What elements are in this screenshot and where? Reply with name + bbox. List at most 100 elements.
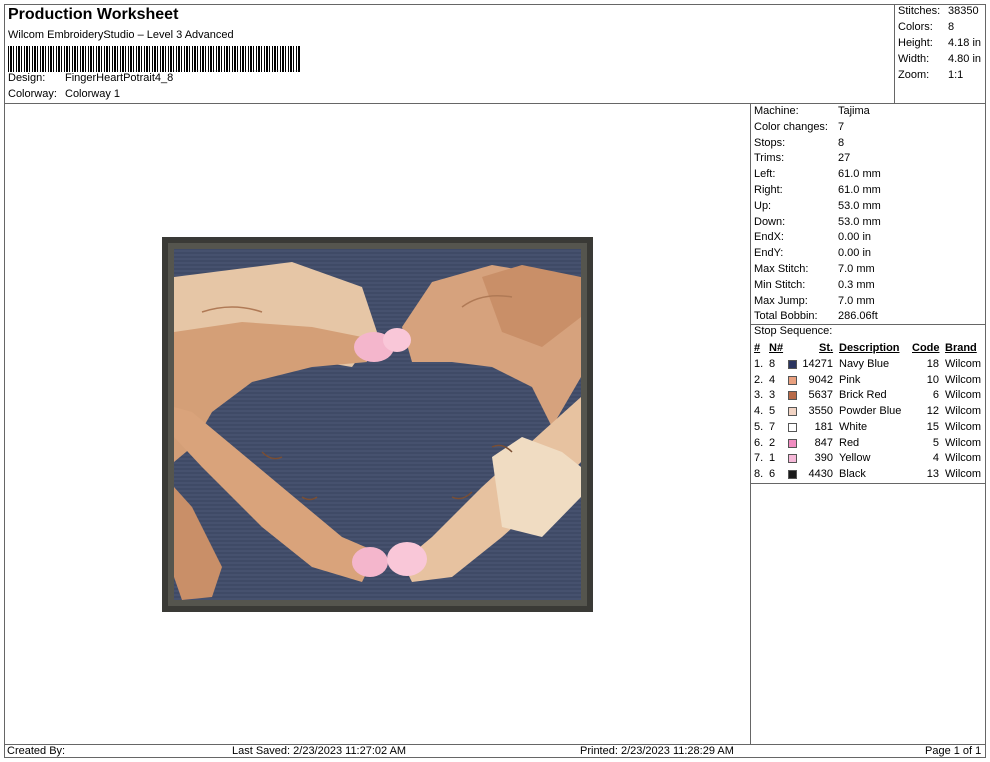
machine-info-label: EndY: [754, 247, 784, 260]
stitches-label: Stitches: [898, 5, 941, 17]
machine-info-label: Down: [754, 215, 786, 228]
row-brand: Wilcom [945, 467, 982, 480]
machine-info-value: 27 [838, 152, 851, 165]
row-stitch-count: 9042 [808, 373, 833, 386]
color-swatch [788, 407, 797, 417]
machine-info-value: 61.0 mm [838, 168, 881, 181]
machine-info-label: Machine: [754, 105, 799, 117]
colors-value: 8 [948, 21, 955, 33]
row-stitch-count: 4430 [808, 467, 833, 480]
width-label: Width: [898, 53, 930, 65]
col-header-n: N# [769, 342, 784, 354]
stop-sequence-table: Stop Sequence: # N# St. Description Code… [751, 324, 986, 484]
machine-info-value: 53.0 mm [838, 215, 881, 228]
row-needle-number: 1 [769, 452, 776, 465]
machine-info-label: Stops: [754, 136, 786, 149]
row-stop-number: 7. [754, 452, 764, 465]
machine-info-value: 61.0 mm [838, 184, 881, 196]
machine-info-row: EndX: 0.00 in [754, 231, 871, 243]
table-row: 5. 7 181 White 15 Wilcom [751, 421, 986, 436]
machine-info-value: 7 [838, 120, 845, 133]
row-needle-number: 3 [769, 389, 776, 402]
machine-info-value: 8 [838, 136, 845, 149]
machine-info-label: Min Stitch: [754, 278, 806, 291]
height-row: Height: 4.18 in [898, 37, 981, 49]
last-saved: Last Saved: 2/23/2023 11:27:02 AM [232, 745, 407, 757]
worksheet-header: Production Worksheet Wilcom EmbroiderySt… [4, 4, 895, 104]
row-brand: Wilcom [945, 358, 982, 370]
col-header-description: Description [839, 342, 900, 354]
table-header: # N# St. Description Code Brand [751, 342, 986, 357]
row-description: Black [839, 467, 866, 480]
colorway-label: Colorway: [8, 88, 57, 100]
machine-info-label: Left: [754, 168, 776, 181]
machine-info-row: Max Stitch: 7.0 mm [754, 263, 875, 275]
row-description: Red [839, 436, 860, 449]
row-description: White [839, 420, 868, 433]
machine-info-value: 0.00 in [838, 247, 872, 260]
col-header-num: # [754, 342, 761, 354]
table-row: 2. 4 9042 Pink 10 Wilcom [751, 374, 986, 389]
row-stop-number: 2. [754, 373, 764, 386]
page-title: Production Worksheet [8, 6, 179, 23]
row-stitch-count: 847 [814, 436, 833, 449]
row-stop-number: 5. [754, 420, 764, 433]
row-brand: Wilcom [945, 373, 982, 386]
row-code: 15 [926, 420, 939, 433]
machine-info-row: Machine: Tajima [754, 105, 870, 117]
created-by: Created By: [7, 745, 66, 757]
row-description: Pink [839, 373, 861, 386]
printed-date: Printed: 2/23/2023 11:28:29 AM [580, 745, 734, 757]
width-value: 4.80 in [948, 53, 982, 65]
machine-info-row: Right: 61.0 mm [754, 184, 881, 196]
row-needle-number: 4 [769, 373, 776, 386]
row-stitch-count: 3550 [808, 405, 833, 418]
width-row: Width: 4.80 in [898, 53, 981, 65]
colors-label: Colors: [898, 21, 933, 33]
height-value: 4.18 in [948, 37, 982, 49]
color-swatch [788, 375, 797, 385]
row-stop-number: 8. [754, 467, 764, 480]
col-header-brand: Brand [945, 342, 977, 354]
machine-info-value: 0.00 in [838, 231, 872, 244]
table-row: 6. 2 847 Red 5 Wilcom [751, 437, 986, 452]
row-code: 10 [926, 373, 939, 386]
machine-info-row: Up: 53.0 mm [754, 200, 881, 212]
table-row: 1. 8 14271 Navy Blue 18 Wilcom [751, 358, 986, 373]
design-preview [4, 104, 751, 744]
row-brand: Wilcom [945, 389, 982, 402]
colorway-value: Colorway 1 [65, 88, 121, 100]
machine-info-label: Right: [754, 184, 783, 196]
design-row: Design: FingerHeartPotrait4_8 [8, 72, 173, 84]
row-needle-number: 2 [769, 436, 776, 449]
colorway-row: Colorway: Colorway 1 [8, 88, 120, 100]
machine-info-value: 53.0 mm [838, 199, 881, 212]
machine-info-label: Total Bobbin: [754, 310, 818, 323]
zoom-label: Zoom: [898, 69, 930, 81]
machine-info-value: Tajima [838, 105, 870, 117]
machine-info-value: 0.3 mm [838, 278, 875, 291]
color-swatch [788, 422, 797, 432]
machine-info-row: Left: 61.0 mm [754, 168, 881, 180]
machine-info-row: Down: 53.0 mm [754, 216, 881, 228]
row-needle-number: 7 [769, 420, 776, 433]
row-stop-number: 4. [754, 405, 764, 418]
row-stitch-count: 5637 [808, 389, 833, 402]
col-header-stitches: St. [819, 342, 834, 354]
color-swatch [788, 469, 797, 479]
row-brand: Wilcom [945, 436, 982, 449]
row-brand: Wilcom [945, 405, 982, 418]
row-stitch-count: 14271 [802, 358, 833, 370]
table-row: 8. 6 4430 Black 13 Wilcom [751, 468, 986, 483]
zoom-row: Zoom: 1:1 [898, 69, 963, 81]
row-brand: Wilcom [945, 420, 982, 433]
row-code: 6 [932, 389, 939, 402]
colors-row: Colors: 8 [898, 21, 954, 33]
row-description: Navy Blue [839, 358, 890, 370]
color-swatch [788, 438, 797, 448]
design-label: Design: [8, 72, 46, 84]
stitches-value: 38350 [948, 5, 979, 17]
machine-info-label: EndX: [754, 231, 784, 244]
machine-info-label: Max Jump: [754, 294, 808, 307]
color-swatch [788, 391, 797, 401]
